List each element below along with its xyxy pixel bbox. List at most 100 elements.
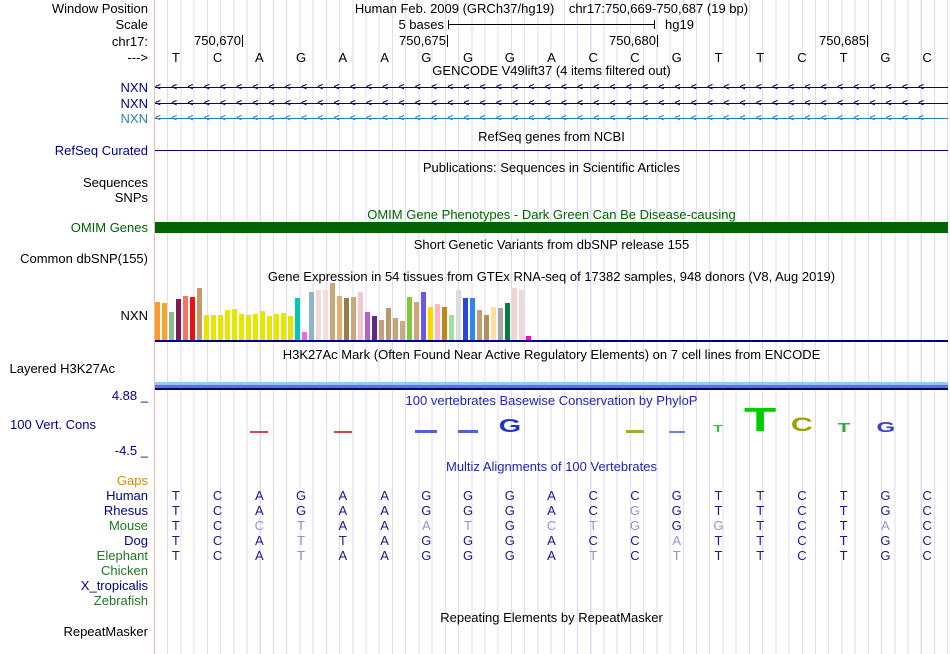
dbsnp-title: Short Genetic Variants from dbSNP releas… [413,237,690,252]
omim-genes-bar[interactable] [155,222,948,233]
alignment-letter: T [839,488,848,503]
alignment-letter: G [671,488,682,503]
multiz-row[interactable]: Elephant T C A T A A G G G A T C T T T C T G C [0,548,950,563]
alignment-letter: G [462,548,474,563]
multiz-row[interactable]: Gaps [0,473,950,488]
alignment-letter: C [797,488,807,503]
gtex-bar [484,315,489,340]
alignment-letter: C [212,503,223,518]
species-label[interactable]: Zebrafish [0,593,148,608]
logo-glyph [405,393,447,433]
ruler-tick-label: 750,670 [194,33,241,48]
gtex-bar [456,290,461,340]
alignment-letter: A [380,533,389,548]
gene-row[interactable]: NXN <<<<<<<<<<<<<<<<<<<<<<<<<<<<<<<<<<<<<… [0,112,950,125]
h3k27ac-band[interactable] [155,382,948,390]
sequences-label[interactable]: Sequences [0,175,148,190]
ruler-tick-mark [657,35,658,47]
window-position-label: Window Position [51,1,148,16]
species-label[interactable]: Elephant [0,548,148,563]
alignment-letter: T [297,518,306,533]
alignment-letter: C [922,488,932,503]
gtex-bar [428,307,433,340]
species-label[interactable]: Human [0,488,148,503]
gtex-bar [239,314,244,340]
refseq-curated-line[interactable] [155,150,948,151]
alignment-letter: C [212,518,223,533]
omim-title: OMIM Gene Phenotypes - Dark Green Can Be… [367,207,736,222]
scale-line [448,20,655,29]
gtex-bar [442,307,447,340]
omim-genes-label[interactable]: OMIM Genes [0,220,148,235]
gtex-bar [407,297,412,340]
phylop-cons-label[interactable]: 100 Vert. Cons [10,417,115,432]
alignment-letter: T [756,488,765,503]
gtex-gene-label[interactable]: NXN [0,308,148,323]
alignment-letter: T [171,533,180,548]
multiz-row[interactable]: Rhesus T C A G A A G G G A C G G T T C T G C [0,503,950,518]
ruler-tick-mark [867,35,868,47]
repeatmasker-label[interactable]: RepeatMasker [0,624,148,639]
alignment-letter: T [714,488,723,503]
scale-text: 5 bases [398,17,444,32]
alignment-letter: C [588,488,598,503]
gene-arrows: <<<<<<<<<<<<<<<<<<<<<<<<<<<<<<<<<<<<<<<<… [155,81,948,94]
multiz-row[interactable]: Zebrafish [0,593,950,608]
alignment-letter: G [296,488,307,503]
gtex-bar [512,288,517,340]
gtex-bar [505,303,510,340]
gtex-bar [183,296,188,340]
species-label[interactable]: Mouse [0,518,148,533]
position-range: chr17:750,669-750,687 (19 bp) [568,1,749,16]
alignment-letter: G [629,503,641,518]
gtex-bar [463,298,468,340]
alignment-letter: G [713,518,724,533]
refseq-curated-label[interactable]: RefSeq Curated [0,143,148,158]
multiz-row[interactable]: Dog T C A T T A G G G A C C A T T C T G C [0,533,950,548]
logo-dash [458,430,479,433]
species-label[interactable]: Chicken [0,563,148,578]
snps-label[interactable]: SNPs [0,190,148,205]
assembly-title: Human Feb. 2009 (GRCh37/hg19) [354,1,555,16]
multiz-title: Multiz Alignments of 100 Vertebrates [445,459,657,474]
alignment-letter: T [756,503,765,518]
gene-arrows: <<<<<<<<<<<<<<<<<<<<<<<<<<<<<<<<<<<<<<<<… [155,112,948,125]
alignment-letter: A [255,533,264,548]
alignment-letter: T [714,548,723,563]
h3k27ac-label[interactable]: Layered H3K27Ac [0,361,115,376]
species-label[interactable]: Dog [0,533,148,548]
logo-glyph [447,393,489,433]
gtex-bar [386,308,391,340]
alignment-letter: G [504,518,515,533]
gtex-bar [190,297,195,340]
alignment-letter: G [880,488,891,503]
gtex-bar [169,312,174,340]
species-label[interactable]: Rhesus [0,503,148,518]
alignment-letter: C [922,503,932,518]
alignment-letter: C [797,548,807,563]
alignment-letter: A [380,518,389,533]
multiz-row[interactable]: Mouse T C C T A A A T G C T G G G T C T A C [0,518,950,533]
multiz-row[interactable]: Human T C A G A A G G G A C C G T T C T G C [0,488,950,503]
species-label[interactable]: X_tropicalis [0,578,148,593]
multiz-row[interactable]: Chicken [0,563,950,578]
logo-glyph: T [823,393,865,434]
gene-label[interactable]: NXN [0,97,148,110]
gtex-bar [372,316,377,340]
phylop-logo[interactable]: GTTCTG [155,390,948,450]
gene-label[interactable]: NXN [0,112,148,125]
logo-glyph [656,393,698,433]
gene-row[interactable]: NXN <<<<<<<<<<<<<<<<<<<<<<<<<<<<<<<<<<<<<… [0,81,950,94]
gtex-bar-chart[interactable] [155,282,531,340]
gtex-bar [176,299,181,340]
multiz-row[interactable]: X_tropicalis [0,578,950,593]
logo-dash [415,430,438,433]
alignment-letter: G [629,518,641,533]
dbsnp-label[interactable]: Common dbSNP(155) [0,251,148,266]
gene-label[interactable]: NXN [0,81,148,94]
gtex-bar [260,311,265,340]
gtex-bar [281,313,286,340]
species-label[interactable]: Gaps [0,473,148,488]
alignment-letter: C [630,488,640,503]
gene-row[interactable]: NXN <<<<<<<<<<<<<<<<<<<<<<<<<<<<<<<<<<<<<… [0,97,950,110]
